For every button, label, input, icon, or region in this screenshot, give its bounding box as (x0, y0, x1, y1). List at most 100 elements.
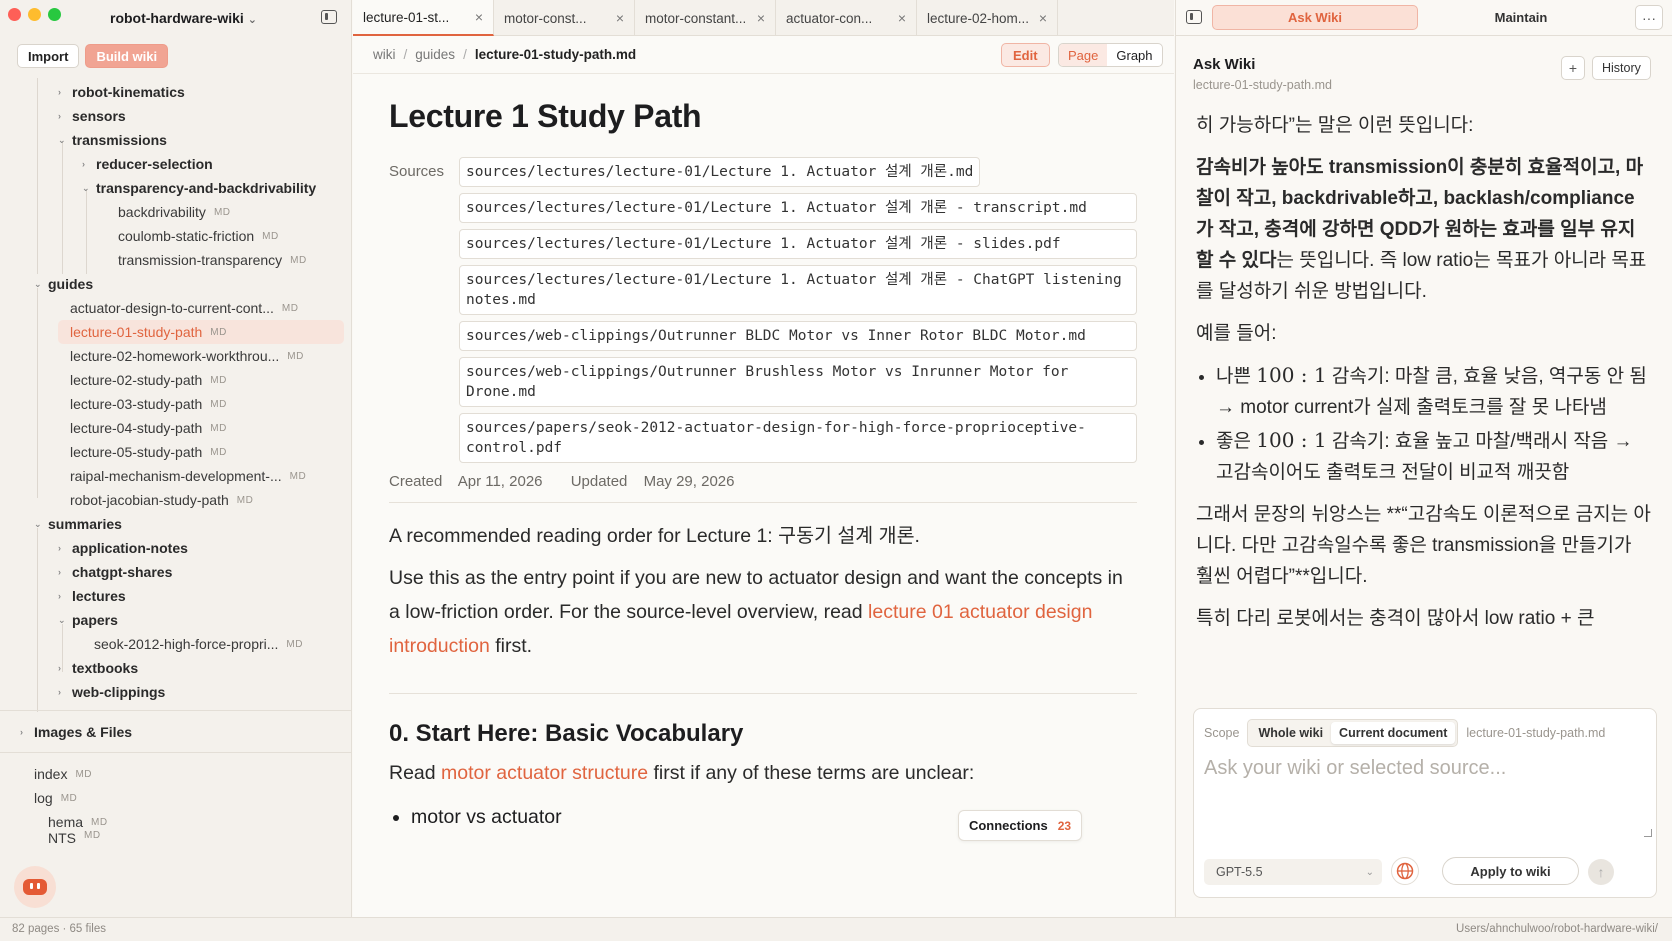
import-button[interactable]: Import (17, 44, 80, 68)
tab-motor-constant[interactable]: motor-constant... × (635, 0, 776, 36)
tree-file[interactable]: transmission-transparency MD (118, 248, 307, 272)
tree-file[interactable]: raipal-mechanism-development-... MD (70, 464, 306, 488)
close-icon[interactable]: × (616, 10, 624, 26)
tree-folder[interactable]: › sensors (58, 104, 126, 128)
source-link[interactable]: sources/web-clippings/Outrunner BLDC Mot… (459, 321, 1137, 351)
minimize-window-button[interactable] (28, 8, 41, 21)
breadcrumb-wiki[interactable]: wiki (373, 47, 396, 62)
answer-content: 히 가능하다”는 말은 이런 뜻입니다: 감속비가 높아도 transmissi… (1196, 110, 1652, 710)
tree-folder[interactable]: › robot-kinematics (58, 80, 185, 104)
close-icon[interactable]: × (898, 10, 906, 26)
history-button[interactable]: History (1592, 56, 1651, 80)
tree-folder[interactable]: › lectures (58, 584, 126, 608)
source-link[interactable]: sources/lectures/lecture-01/Lecture 1. A… (459, 265, 1137, 315)
section-heading: 0. Start Here: Basic Vocabulary (389, 720, 744, 747)
tree-folder[interactable]: ⌄ papers (58, 608, 118, 632)
file-sidebar: robot-hardware-wiki ⌄ Import Build wiki ›… (0, 0, 352, 917)
tree-file[interactable]: lecture-05-study-path MD (70, 440, 227, 464)
panel-toggle-icon[interactable] (1186, 10, 1202, 24)
assistant-bot-icon[interactable] (14, 866, 56, 908)
apply-to-wiki-button[interactable]: Apply to wiki (1442, 857, 1579, 885)
answer-paragraph: 감속비가 높아도 transmission이 충분히 효율적이고, 마찰이 작고… (1196, 157, 1647, 302)
sources-label: Sources (389, 163, 445, 180)
source-link[interactable]: sources/lectures/lecture-01/Lecture 1. A… (459, 229, 1137, 259)
chevron-right-icon: › (58, 663, 61, 673)
tree-folder[interactable]: › reducer-selection (82, 152, 213, 176)
new-chat-button[interactable]: + (1561, 56, 1585, 80)
vault-path: Users/ahnchulwoo/robot-hardware-wiki/ (1456, 923, 1658, 935)
vault-switcher[interactable]: robot-hardware-wiki ⌄ (110, 10, 257, 26)
scope-current-document[interactable]: Current document (1331, 722, 1456, 744)
tab-motor-const[interactable]: motor-const... × (494, 0, 635, 36)
close-icon[interactable]: × (475, 9, 483, 25)
tree-file[interactable]: coulomb-static-friction MD (118, 224, 279, 248)
tab-lecture-02[interactable]: lecture-02-hom... × (917, 0, 1058, 36)
chevron-down-icon: ⌄ (34, 518, 42, 529)
sidebar-toggle-icon[interactable] (321, 10, 337, 24)
tab-lecture-01[interactable]: lecture-01-st... × (353, 0, 494, 36)
tree-folder[interactable]: ⌄ guides (34, 272, 93, 296)
tree-file[interactable]: actuator-design-to-current-cont... MD (70, 296, 298, 320)
page-view-button[interactable]: Page (1059, 44, 1108, 66)
status-bar: 82 pages · 65 files Users/ahnchulwoo/rob… (0, 917, 1672, 941)
tree-file-active[interactable]: lecture-01-study-path MD (58, 320, 344, 344)
breadcrumb-current: lecture-01-study-path.md (474, 47, 637, 62)
tree-folder[interactable]: › chatgpt-shares (58, 560, 172, 584)
zoom-window-button[interactable] (48, 8, 61, 21)
tree-file[interactable]: seok-2012-high-force-propri... MD (94, 632, 303, 656)
intro-paragraph: A recommended reading order for Lecture … (389, 525, 920, 547)
graph-view-button[interactable]: Graph (1107, 44, 1161, 66)
tree-folder[interactable]: ⌄ summaries (34, 512, 122, 536)
connections-button[interactable]: Connections 23 (958, 810, 1082, 841)
sidebar-titlebar: robot-hardware-wiki ⌄ (0, 0, 351, 36)
view-mode-toggle: Page Graph (1058, 43, 1163, 67)
tree-folder[interactable]: › application-notes (58, 536, 188, 560)
chevron-right-icon: › (58, 543, 61, 553)
tree-folder[interactable]: ⌄ transmissions (58, 128, 167, 152)
tree-folder-images[interactable]: › Images & Files (20, 720, 132, 744)
model-select[interactable]: GPT-5.5 ⌄ (1204, 859, 1382, 885)
tree-file[interactable]: index MD (34, 762, 92, 786)
updated-date: May 29, 2026 (643, 473, 735, 490)
tree-file[interactable]: backdrivability MD (118, 200, 231, 224)
page-count: 82 pages · 65 files (12, 923, 106, 935)
source-link[interactable]: sources/web-clippings/Outrunner Brushles… (459, 357, 1137, 407)
more-options-button[interactable]: ··· (1635, 5, 1663, 30)
ask-input[interactable] (1204, 757, 1648, 837)
answer-list: 나쁜 100 : 1 감속기: 마찰 큼, 효율 낮음, 역구동 안 됨 → m… (1196, 360, 1652, 488)
tab-maintain[interactable]: Maintain (1418, 5, 1624, 30)
build-wiki-button[interactable]: Build wiki (85, 44, 169, 68)
close-window-button[interactable] (8, 8, 21, 21)
tree-folder[interactable]: › web-clippings (58, 680, 165, 704)
tree-file[interactable]: robot-jacobian-study-path MD (70, 488, 253, 512)
source-link[interactable]: sources/lectures/lecture-01/Lecture 1. A… (459, 157, 981, 187)
answer-paragraph: 특히 다리 로봇에서는 충격이 많아서 low ratio + 큰 (1196, 608, 1595, 629)
chevron-right-icon: › (58, 87, 61, 97)
scope-whole-wiki[interactable]: Whole wiki (1250, 722, 1331, 744)
tree-file[interactable]: lecture-04-study-path MD (70, 416, 227, 440)
close-icon[interactable]: × (1039, 10, 1047, 26)
tree-folder[interactable]: › textbooks (58, 656, 138, 680)
tree-folder[interactable]: ⌄ transparency-and-backdrivability (82, 176, 316, 200)
tree-file[interactable]: lecture-02-study-path MD (70, 368, 227, 392)
resize-handle-icon[interactable] (1644, 829, 1652, 837)
doc-meta: Created Apr 11, 2026 Updated May 29, 202… (389, 473, 1137, 503)
tree-file[interactable]: log MD (34, 786, 77, 810)
divider (389, 693, 1137, 694)
tree-file[interactable]: lecture-02-homework-workthrou... MD (70, 344, 304, 368)
source-link[interactable]: sources/lectures/lecture-01/Lecture 1. A… (459, 193, 1137, 223)
document-body: Lecture 1 Study Path Sources sources/lec… (389, 74, 1137, 834)
tree-file[interactable]: NTS MD (48, 830, 101, 844)
tab-ask-wiki[interactable]: Ask Wiki (1212, 5, 1418, 30)
send-arrow-icon[interactable]: ↑ (1588, 859, 1614, 885)
chevron-down-icon: ⌄ (1365, 866, 1374, 878)
breadcrumb-guides[interactable]: guides (415, 47, 455, 62)
tab-actuator-con[interactable]: actuator-con... × (776, 0, 917, 36)
tree-file[interactable]: lecture-03-study-path MD (70, 392, 227, 416)
web-search-globe-icon[interactable] (1391, 857, 1419, 885)
source-link[interactable]: sources/papers/seok-2012-actuator-design… (459, 413, 1137, 463)
close-icon[interactable]: × (757, 10, 765, 26)
edit-button[interactable]: Edit (1001, 43, 1050, 67)
wiki-link[interactable]: motor actuator structure (441, 762, 648, 784)
list-item: 좋은 100 : 1 감속기: 효율 높고 마찰/백래시 작음 → 고감속이어도… (1216, 425, 1652, 488)
